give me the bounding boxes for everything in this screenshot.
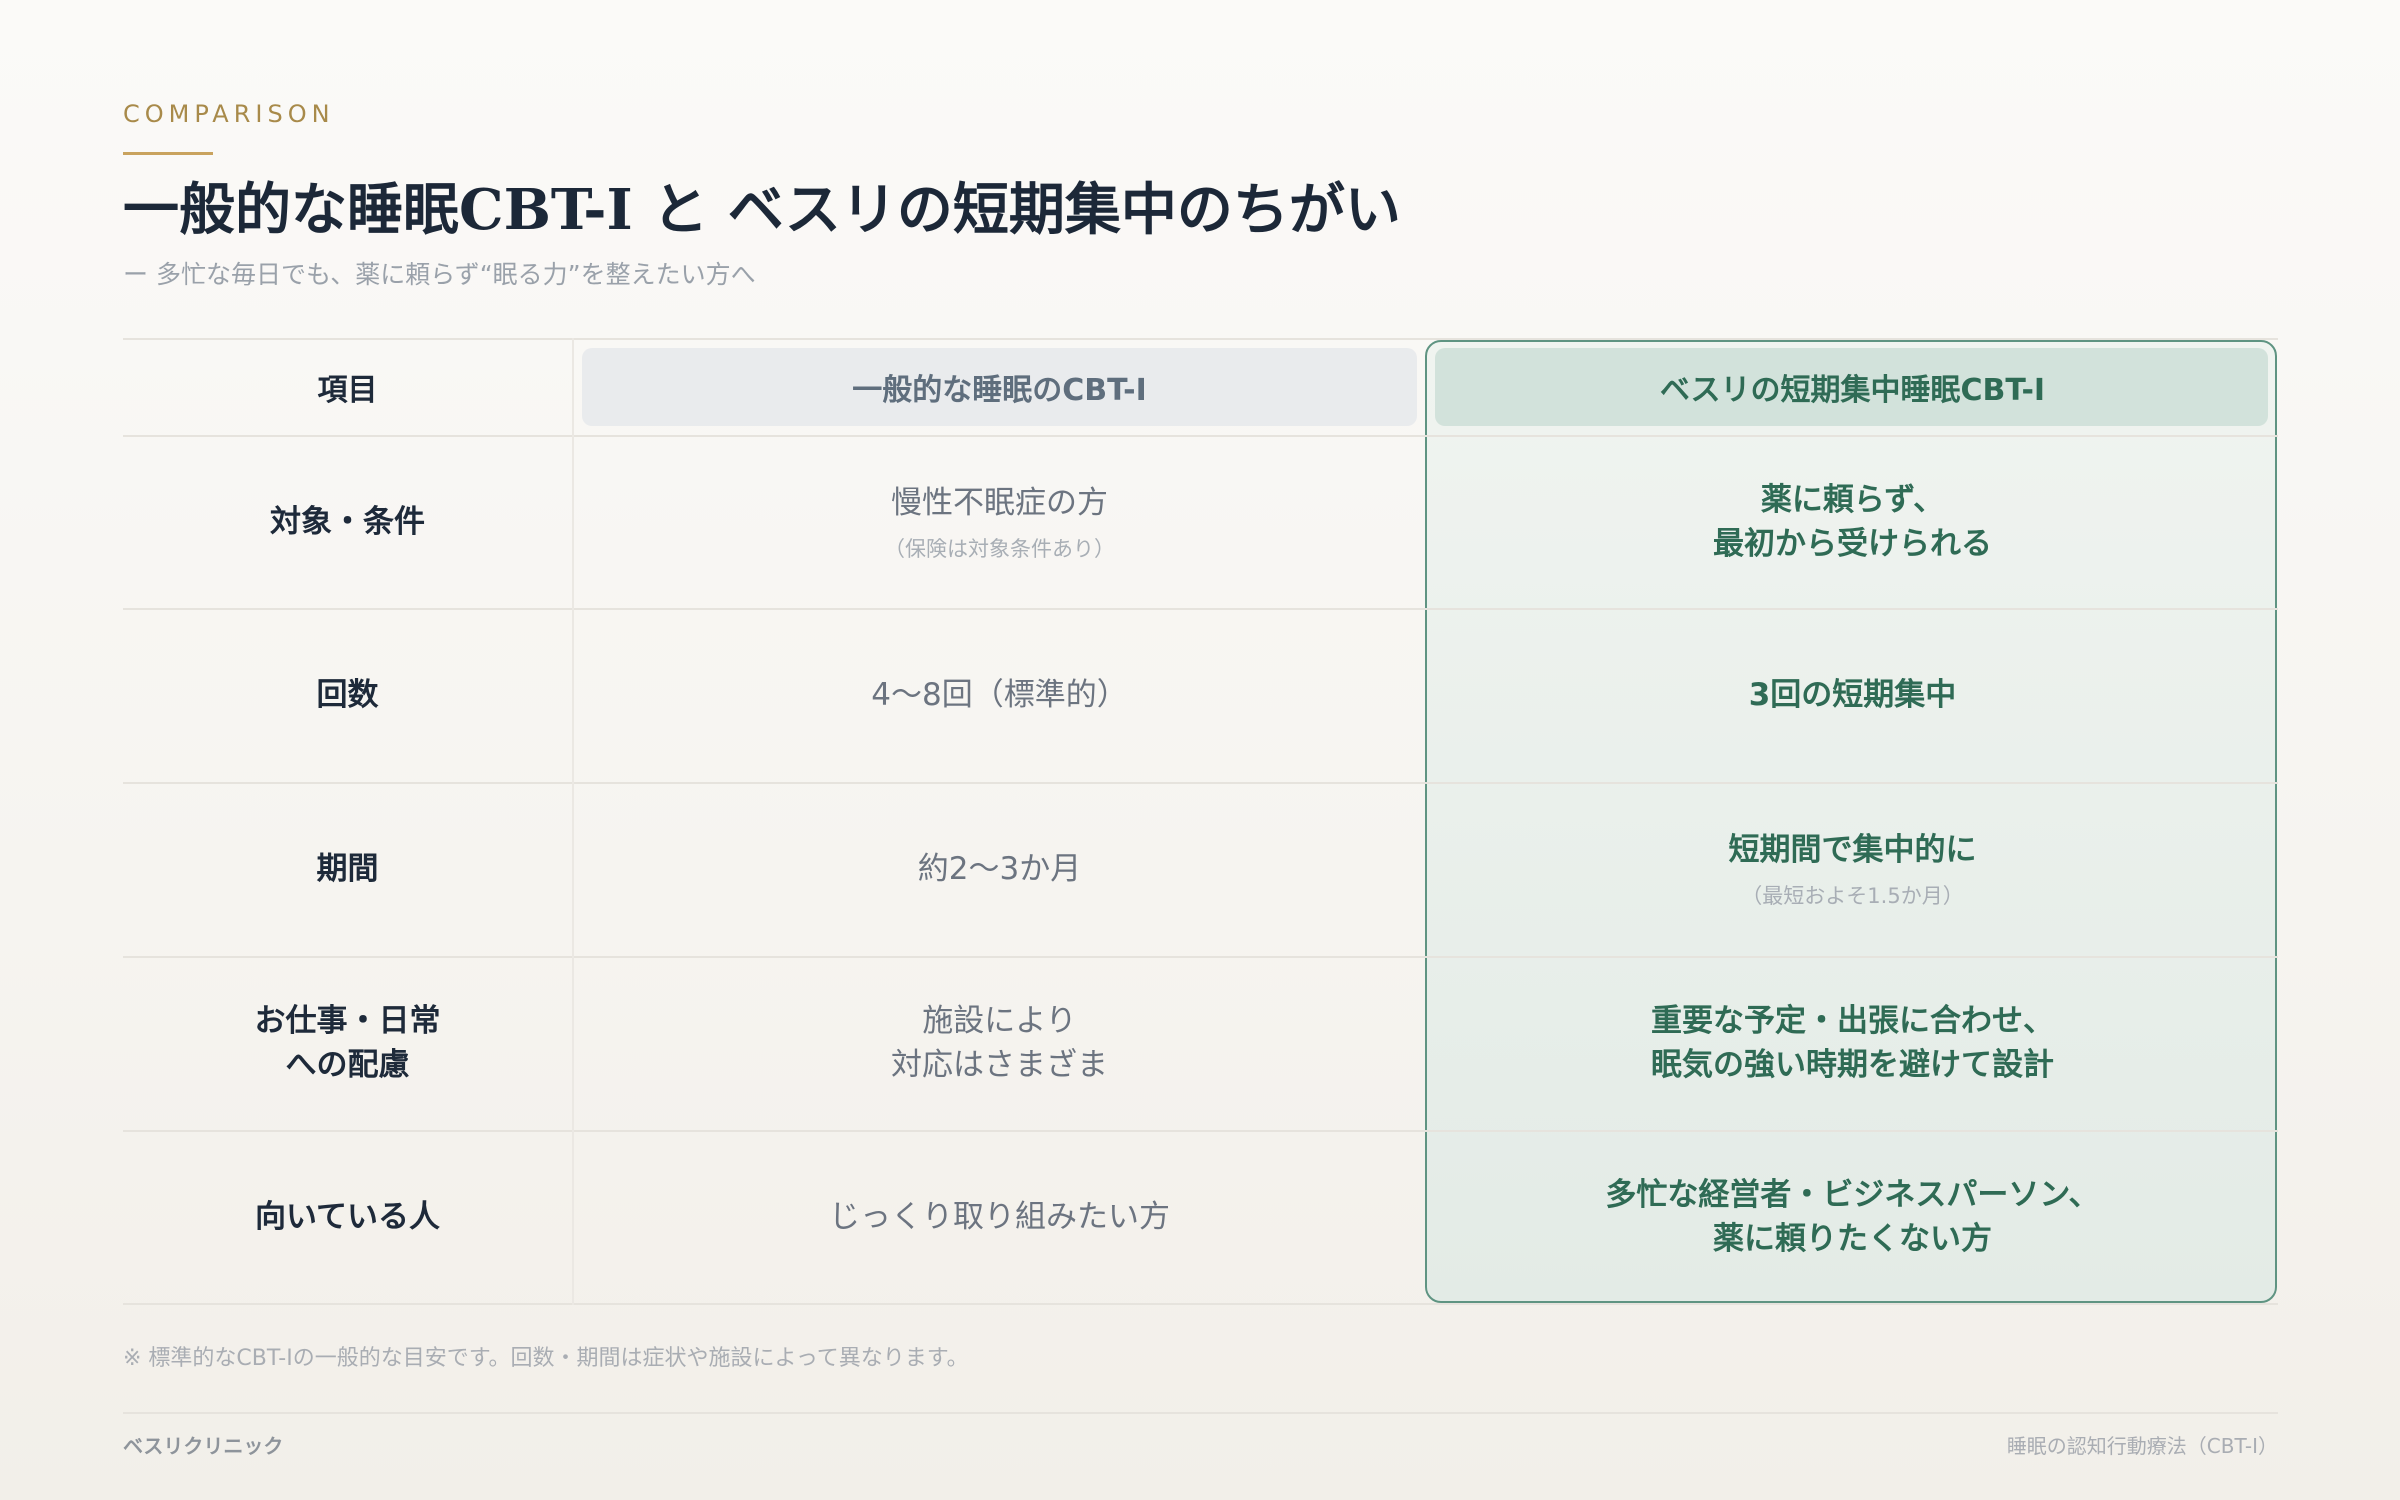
general-value: 慢性不眠症の方 — [891, 484, 1108, 521]
best-cell: 重要な予定・出張に合わせ、 眠気の強い時期を避けて設計 — [1427, 956, 2278, 1130]
row-label-cell: 期間 — [123, 782, 572, 956]
best-value: 短期間で集中的に — [1728, 832, 1977, 868]
column-header-best: ベスリの短期集中睡眠CBT-I — [1659, 372, 2046, 408]
row-label: 向いている人 — [254, 1198, 441, 1235]
footer-topic: 睡眠の認知行動療法（CBT-I） — [2006, 1434, 2278, 1458]
row-label-cell: お仕事・日常 への配慮 — [123, 956, 572, 1130]
general-cell: 4〜8回（標準的） — [574, 608, 1425, 782]
best-cell: 短期間で集中的に （最短およそ1.5か月） — [1427, 782, 2278, 956]
header-best: ベスリの短期集中睡眠CBT-I — [1427, 338, 2278, 435]
footer-rule — [123, 1412, 2278, 1414]
best-cell: 3回の短期集中 — [1427, 608, 2278, 782]
footnote: ※ 標準的なCBT-Iの一般的な目安です。回数・期間は症状や施設によって異なりま… — [123, 1346, 969, 1371]
column-header-label: 項目 — [317, 372, 378, 408]
header-general: 一般的な睡眠のCBT-I — [574, 338, 1425, 435]
general-value: 4〜8回（標準的） — [871, 677, 1128, 713]
best-value: 薬に頼らず、 最初から受けられる — [1713, 481, 1992, 562]
general-value: 施設により 対応はさまざま — [891, 1003, 1108, 1083]
general-cell: 約2〜3か月 — [574, 782, 1425, 956]
eyebrow-label: COMPARISON — [123, 100, 335, 128]
general-value: 約2〜3か月 — [917, 851, 1082, 887]
best-note: （最短およそ1.5か月） — [1741, 884, 1964, 908]
comparison-table: 項目 一般的な睡眠のCBT-I ベスリの短期集中睡眠CBT-I 対象・条件 慢性… — [123, 338, 2278, 1305]
row-label-cell: 回数 — [123, 608, 572, 782]
row-label: 回数 — [316, 677, 379, 713]
row-label-cell: 対象・条件 — [123, 435, 572, 608]
column-header-general: 一般的な睡眠のCBT-I — [852, 372, 1147, 408]
row-label: 期間 — [316, 851, 379, 887]
footer-clinic-name: ベスリクリニック — [123, 1434, 284, 1458]
best-cell: 多忙な経営者・ビジネスパーソン、 薬に頼りたくない方 — [1427, 1130, 2278, 1303]
general-cell: じっくり取り組みたい方 — [574, 1130, 1425, 1303]
best-value: 3回の短期集中 — [1748, 677, 1957, 713]
best-value: 多忙な経営者・ビジネスパーソン、 薬に頼りたくない方 — [1605, 1176, 2100, 1257]
row-label: 対象・条件 — [270, 503, 425, 540]
header-item: 項目 — [123, 338, 572, 435]
general-cell: 慢性不眠症の方 （保険は対象条件あり） — [574, 435, 1425, 608]
table-bottom-rule — [123, 1303, 2278, 1305]
general-value: じっくり取り組みたい方 — [829, 1198, 1170, 1235]
eyebrow-rule — [123, 152, 213, 155]
general-note: （保険は対象条件あり） — [884, 536, 1115, 561]
page-title: 一般的な睡眠CBT-I と ベスリの短期集中のちがい — [123, 177, 1401, 243]
row-label: お仕事・日常 への配慮 — [254, 1003, 441, 1083]
general-cell: 施設により 対応はさまざま — [574, 956, 1425, 1130]
best-cell: 薬に頼らず、 最初から受けられる — [1427, 435, 2278, 608]
best-value: 重要な予定・出張に合わせ、 眠気の強い時期を避けて設計 — [1651, 1003, 2054, 1083]
page-subtitle: ー 多忙な毎日でも、薬に頼らず“眠る力”を整えたい方へ — [123, 260, 756, 289]
row-label-cell: 向いている人 — [123, 1130, 572, 1303]
